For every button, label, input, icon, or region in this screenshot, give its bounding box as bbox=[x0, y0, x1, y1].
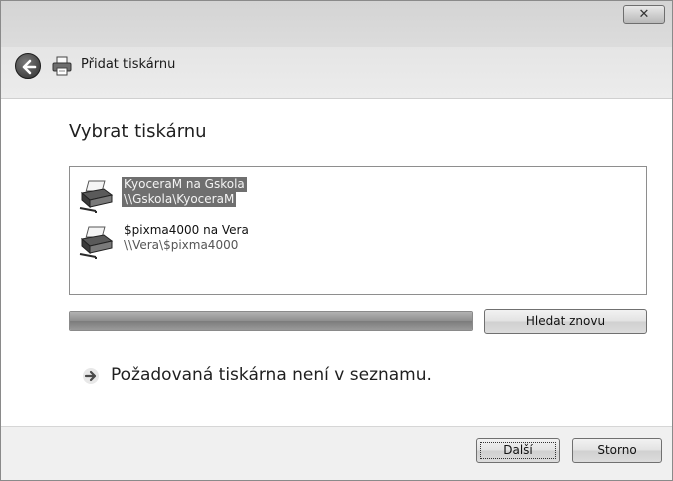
search-progress-bar bbox=[69, 311, 473, 331]
arrow-right-icon bbox=[83, 368, 99, 384]
printer-path: \\Vera\$pixma4000 bbox=[124, 238, 239, 252]
cancel-button[interactable]: Storno bbox=[572, 438, 662, 463]
title-bar-top bbox=[1, 1, 672, 47]
page-heading: Vybrat tiskárnu bbox=[69, 121, 207, 142]
printer-list[interactable]: KyoceraM na Gskola \\Gskola\KyoceraM $pi… bbox=[69, 166, 647, 295]
title-bar: ✕ Přidat tiskárnu bbox=[1, 1, 672, 98]
printer-not-listed-text[interactable]: Požadovaná tiskárna není v seznamu. bbox=[111, 365, 432, 385]
printer-list-item[interactable]: $pixma4000 na Vera \\Vera\$pixma4000 bbox=[76, 219, 636, 263]
back-button[interactable] bbox=[15, 53, 41, 79]
focus-rect bbox=[480, 442, 556, 459]
search-progress-fill bbox=[70, 312, 472, 330]
network-printer-icon bbox=[79, 180, 114, 213]
printer-name: $pixma4000 na Vera bbox=[124, 223, 249, 237]
printer-icon bbox=[52, 56, 72, 76]
back-arrow-icon bbox=[22, 59, 37, 75]
network-printer-icon bbox=[79, 226, 114, 259]
search-again-button[interactable]: Hledat znovu bbox=[484, 309, 647, 334]
printer-list-item[interactable]: KyoceraM na Gskola \\Gskola\KyoceraM bbox=[76, 173, 636, 217]
printer-name: KyoceraM na Gskola bbox=[122, 177, 247, 192]
add-printer-window: ✕ Přidat tiskárnu Vybrat tiskárnu Kyocer… bbox=[0, 0, 673, 481]
window-title: Přidat tiskárnu bbox=[81, 57, 176, 72]
next-button[interactable]: Další bbox=[476, 438, 560, 463]
close-button[interactable]: ✕ bbox=[623, 5, 665, 24]
printer-path: \\Gskola\KyoceraM bbox=[122, 192, 237, 207]
